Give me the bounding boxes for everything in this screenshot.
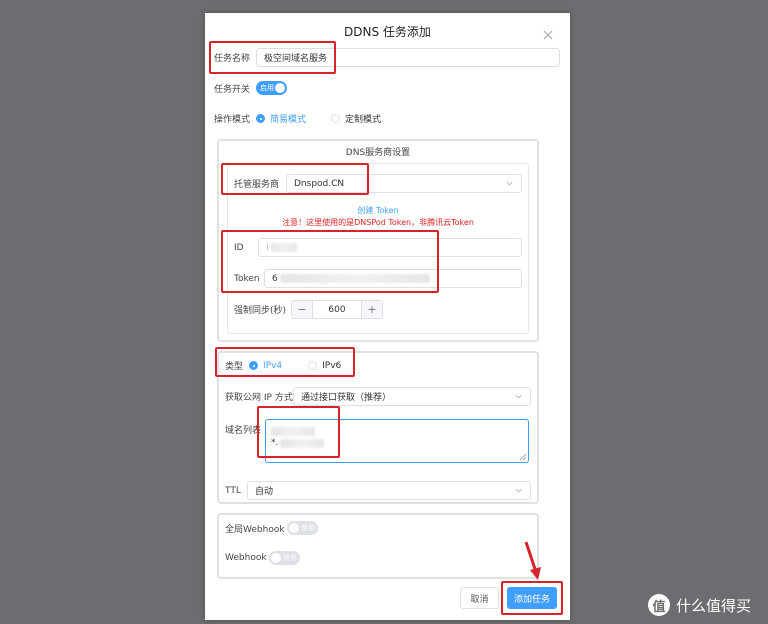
type-row: 类型 IPv4 IPv6 (225, 359, 341, 373)
type-option-ipv4-label: IPv4 (263, 360, 283, 371)
id-row: ID I (234, 238, 522, 257)
sync-stepper[interactable]: − 600 + (291, 300, 383, 319)
sync-value[interactable]: 600 (312, 301, 362, 318)
mode-option-simple-label: 简易模式 (270, 115, 307, 125)
domain-list-row: 域名列表 *. (225, 419, 529, 463)
provider-select[interactable]: Dnspod.CN (286, 174, 522, 193)
ip-method-select[interactable]: 通过接口获取（推荐） (293, 387, 531, 406)
task-name-value: 极空间域名服务 (264, 54, 328, 64)
radio-checked-icon (249, 361, 258, 370)
global-webhook-label: 全局Webhook (225, 524, 285, 535)
mode-row: 操作模式 简易模式 定制模式 (214, 112, 381, 125)
create-token-link[interactable]: 创建 Token (219, 205, 537, 216)
token-value: 6 (272, 273, 278, 284)
id-redacted (270, 243, 297, 252)
close-icon[interactable] (543, 30, 553, 40)
ip-method-label: 获取公网 IP 方式 (225, 393, 293, 403)
toggle-knob (275, 83, 285, 93)
site-watermark: 值 什么值得买 (648, 594, 751, 616)
type-option-ipv6[interactable]: IPv6 (308, 361, 341, 371)
cancel-button[interactable]: 取消 (460, 587, 499, 609)
ddns-task-dialog: DDNS 任务添加 任务名称 极空间域名服务 任务开关 启用 操作模式 简易模式… (205, 13, 570, 620)
webhook-switch-text: 禁用 (283, 554, 297, 562)
radio-checked-icon (256, 114, 265, 123)
domain-list-textarea[interactable]: *. (265, 419, 529, 463)
decrease-button[interactable]: − (292, 301, 312, 318)
webhook-toggle[interactable]: 禁用 (269, 551, 300, 565)
task-switch-row: 任务开关 启用 (214, 81, 287, 95)
token-input[interactable]: 6 (264, 269, 522, 288)
task-switch-text: 启用 (260, 84, 274, 92)
toggle-knob (271, 553, 281, 563)
id-label: ID (234, 242, 244, 253)
mode-option-custom-label: 定制模式 (345, 115, 382, 125)
dns-section-title: DNS服务商设置 (345, 148, 411, 158)
webhook-section: 全局Webhook 禁用 Webhook 禁用 (217, 513, 539, 579)
webhook-row: Webhook 禁用 (225, 551, 300, 565)
token-warning-text: 注意！这里使用的是DNSPod Token，非腾讯云Token (282, 218, 474, 227)
domain-line-1 (271, 425, 523, 437)
ttl-row: TTL 自动 (225, 481, 531, 500)
webhook-label: Webhook (225, 553, 267, 563)
domain-line-2-prefix: *. (271, 438, 279, 448)
sync-row: 强制同步(秒) − 600 + (234, 300, 383, 319)
mode-label: 操作模式 (214, 115, 251, 125)
ip-method-value: 通过接口获取（推荐） (301, 393, 392, 403)
task-name-input[interactable]: 极空间域名服务 (256, 48, 560, 67)
domain-redacted (280, 438, 325, 448)
radio-unchecked-icon (308, 361, 318, 370)
provider-value: Dnspod.CN (294, 178, 345, 189)
token-label: Token (234, 273, 260, 284)
task-name-label: 任务名称 (214, 54, 251, 64)
global-webhook-switch-text: 禁用 (301, 524, 315, 532)
task-switch-label: 任务开关 (214, 84, 251, 95)
watermark-logo-icon: 值 (648, 594, 670, 616)
dialog-title: DDNS 任务添加 (344, 25, 431, 39)
add-task-button[interactable]: 添加任务 (507, 587, 557, 609)
task-switch-toggle[interactable]: 启用 (256, 81, 287, 95)
task-name-row: 任务名称 极空间域名服务 (214, 48, 560, 67)
mode-option-simple[interactable]: 简易模式 (256, 112, 306, 125)
dns-provider-section: DNS服务商设置 托管服务商 Dnspod.CN 创建 Token 注意！这里使… (217, 139, 539, 342)
ttl-value: 自动 (255, 487, 274, 497)
chevron-down-icon (506, 181, 513, 186)
ttl-label: TTL (225, 485, 241, 496)
token-row: Token 6 (234, 269, 522, 288)
type-label: 类型 (225, 362, 244, 372)
type-option-ipv6-label: IPv6 (322, 360, 342, 371)
resize-handle-icon[interactable] (520, 454, 526, 460)
global-webhook-row: 全局Webhook 禁用 (225, 521, 318, 535)
chevron-down-icon (515, 394, 522, 399)
record-section: 类型 IPv4 IPv6 获取公网 IP 方式 通过接口获取（推荐） 域名列表 (217, 351, 539, 504)
global-webhook-toggle[interactable]: 禁用 (287, 521, 318, 535)
sync-label: 强制同步(秒) (234, 306, 287, 316)
token-redacted (279, 274, 430, 283)
domain-redacted (271, 426, 315, 436)
watermark-text: 什么值得买 (676, 596, 752, 615)
mode-option-custom[interactable]: 定制模式 (331, 112, 381, 125)
id-value: I (266, 242, 269, 253)
toggle-knob (289, 523, 299, 533)
domain-list-label: 域名列表 (225, 426, 262, 436)
arrow-annotation-icon (524, 541, 541, 580)
ttl-select[interactable]: 自动 (247, 481, 531, 500)
provider-label: 托管服务商 (234, 180, 280, 190)
id-input[interactable]: I (258, 238, 522, 257)
provider-row: 托管服务商 Dnspod.CN (234, 174, 522, 193)
increase-button[interactable]: + (362, 301, 382, 318)
domain-line-2: *. (271, 437, 523, 449)
chevron-down-icon (515, 488, 522, 493)
type-option-ipv4[interactable]: IPv4 (249, 361, 282, 371)
radio-unchecked-icon (331, 114, 341, 123)
ip-method-row: 获取公网 IP 方式 通过接口获取（推荐） (225, 387, 531, 406)
